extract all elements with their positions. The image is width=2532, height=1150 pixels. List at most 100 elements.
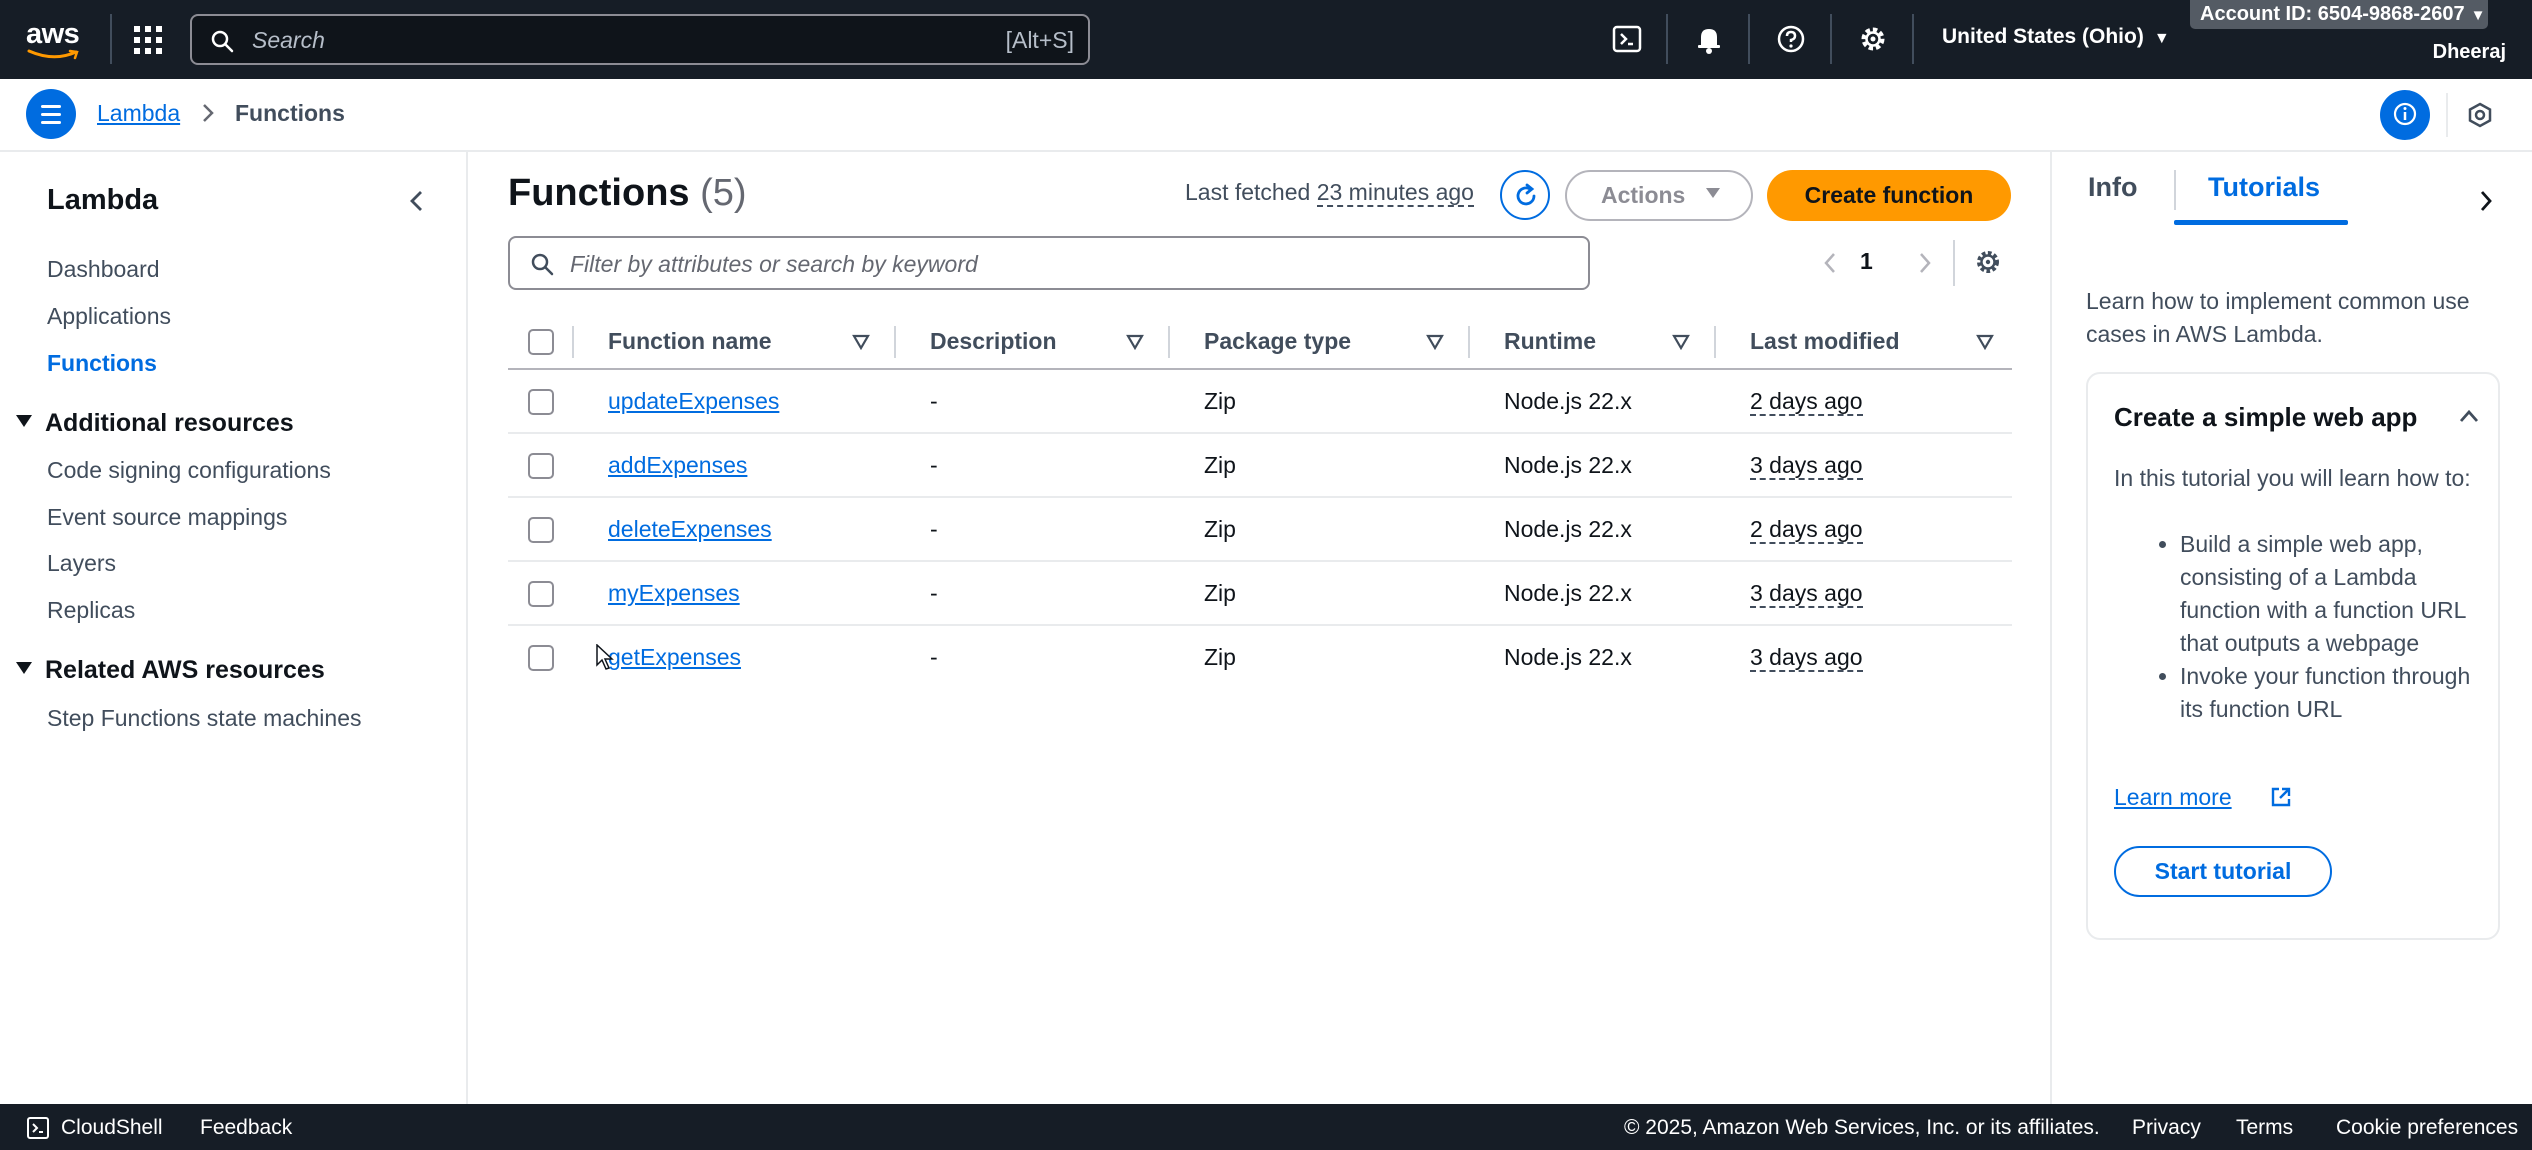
sidebar-item-dashboard[interactable]: Dashboard bbox=[47, 256, 160, 283]
sidebar-item-step-functions[interactable]: Step Functions state machines bbox=[47, 705, 362, 732]
divider bbox=[2446, 93, 2448, 137]
function-package-type: Zip bbox=[1204, 516, 1236, 542]
function-name-link[interactable]: addExpenses bbox=[608, 452, 747, 479]
page-number[interactable]: 1 bbox=[1860, 248, 1873, 275]
last-fetched-label: Last fetched bbox=[1185, 179, 1311, 205]
function-name-link[interactable]: deleteExpenses bbox=[608, 516, 772, 543]
last-fetched: Last fetched 23 minutes ago bbox=[1185, 179, 1474, 207]
function-runtime: Node.js 22.x bbox=[1504, 516, 1632, 542]
sidebar-item-replicas[interactable]: Replicas bbox=[47, 597, 135, 624]
column-header-package-type[interactable]: Package type bbox=[1204, 328, 1351, 355]
actions-button[interactable]: Actions bbox=[1565, 170, 1753, 221]
terms-link[interactable]: Terms bbox=[2236, 1116, 2293, 1140]
last-fetched-time: 23 minutes ago bbox=[1316, 179, 1474, 207]
help-icon[interactable] bbox=[1774, 22, 1808, 56]
search-placeholder: Search bbox=[252, 27, 325, 53]
user-menu[interactable]: Dheeraj bbox=[2433, 41, 2506, 64]
search-input[interactable]: Search [Alt+S] bbox=[190, 14, 1090, 65]
function-package-type: Zip bbox=[1204, 452, 1236, 478]
nav-divider bbox=[1748, 14, 1750, 64]
search-shortcut: [Alt+S] bbox=[1005, 27, 1074, 53]
row-checkbox[interactable] bbox=[528, 389, 554, 415]
column-divider bbox=[1168, 326, 1170, 358]
select-all-checkbox[interactable] bbox=[528, 329, 554, 355]
cloudshell-icon[interactable] bbox=[1610, 22, 1644, 56]
menu-icon[interactable] bbox=[26, 89, 76, 139]
chevron-up-icon[interactable] bbox=[2458, 408, 2480, 424]
row-checkbox[interactable] bbox=[528, 517, 554, 543]
function-runtime: Node.js 22.x bbox=[1504, 580, 1632, 606]
function-description: - bbox=[930, 580, 938, 606]
breadcrumb-current: Functions bbox=[235, 100, 345, 126]
info-icon[interactable] bbox=[2380, 90, 2430, 140]
apps-grid-icon[interactable] bbox=[132, 24, 164, 56]
tutorials-intro: Learn how to implement common use cases … bbox=[2086, 288, 2470, 347]
sort-icon[interactable] bbox=[1672, 334, 1690, 350]
sidebar-item-event-source-mappings[interactable]: Event source mappings bbox=[47, 504, 287, 531]
feedback-link[interactable]: Feedback bbox=[200, 1116, 292, 1140]
preferences-gear-icon[interactable] bbox=[1974, 248, 2002, 276]
row-checkbox[interactable] bbox=[528, 645, 554, 671]
chevron-left-icon[interactable] bbox=[406, 188, 428, 214]
sort-icon[interactable] bbox=[1126, 334, 1144, 350]
sort-icon[interactable] bbox=[1976, 334, 1994, 350]
tutorial-step: Build a simple web app, consisting of a … bbox=[2180, 528, 2484, 660]
sidebar-section-related-aws-resources[interactable]: Related AWS resources bbox=[15, 656, 325, 685]
start-tutorial-button[interactable]: Start tutorial bbox=[2114, 846, 2332, 897]
region-selector[interactable]: United States (Ohio) ▼ bbox=[1942, 25, 2170, 49]
sidebar-title[interactable]: Lambda bbox=[47, 184, 158, 217]
function-count: (5) bbox=[700, 172, 747, 214]
learn-more-link[interactable]: Learn more bbox=[2114, 784, 2232, 811]
tutorial-title[interactable]: Create a simple web app bbox=[2114, 402, 2417, 433]
sidebar-item-layers[interactable]: Layers bbox=[47, 550, 116, 577]
sidebar-item-functions[interactable]: Functions bbox=[47, 350, 157, 377]
sort-icon[interactable] bbox=[1426, 334, 1444, 350]
breadcrumb-lambda-link[interactable]: Lambda bbox=[97, 100, 180, 127]
sidebar-item-code-signing[interactable]: Code signing configurations bbox=[47, 457, 331, 484]
breadcrumb-bar: Lambda Functions bbox=[0, 79, 2532, 152]
function-last-modified: 3 days ago bbox=[1750, 580, 1863, 608]
bell-icon[interactable] bbox=[1692, 22, 1726, 56]
function-name-link[interactable]: updateExpenses bbox=[608, 388, 779, 415]
cookie-preferences-link[interactable]: Cookie preferences bbox=[2336, 1116, 2518, 1140]
tab-tutorials[interactable]: Tutorials bbox=[2208, 172, 2320, 203]
refresh-icon bbox=[1516, 183, 1536, 206]
function-runtime: Node.js 22.x bbox=[1504, 388, 1632, 414]
settings-icon[interactable] bbox=[1856, 22, 1890, 56]
chevron-right-icon[interactable] bbox=[2476, 188, 2496, 214]
caret-down-icon: ▼ bbox=[2470, 7, 2486, 24]
next-page-icon[interactable] bbox=[1915, 250, 1935, 276]
function-runtime: Node.js 22.x bbox=[1504, 644, 1632, 670]
cloudshell-icon[interactable] bbox=[26, 1116, 50, 1140]
previous-page-icon[interactable] bbox=[1820, 250, 1840, 276]
function-name-link[interactable]: myExpenses bbox=[608, 580, 740, 607]
column-header-last-modified[interactable]: Last modified bbox=[1750, 328, 1900, 355]
function-last-modified: 2 days ago bbox=[1750, 516, 1863, 544]
tab-info[interactable]: Info bbox=[2088, 172, 2137, 203]
function-name-link[interactable]: getExpenses bbox=[608, 644, 741, 671]
column-header-runtime[interactable]: Runtime bbox=[1504, 328, 1596, 355]
sort-icon[interactable] bbox=[852, 334, 870, 350]
hexagon-icon[interactable] bbox=[2466, 101, 2494, 129]
sidebar-section-additional-resources[interactable]: Additional resources bbox=[15, 409, 294, 438]
account-menu[interactable]: Account ID: 6504-9868-2607 ▼ bbox=[2190, 0, 2488, 29]
tutorial-description: In this tutorial you will learn how to: bbox=[2114, 465, 2471, 491]
sidebar-item-applications[interactable]: Applications bbox=[47, 303, 171, 330]
column-divider bbox=[1468, 326, 1470, 358]
filter-input[interactable]: Filter by attributes or search by keywor… bbox=[508, 236, 1590, 290]
refresh-button[interactable] bbox=[1500, 170, 1550, 220]
column-header-function-name[interactable]: Function name bbox=[608, 328, 772, 355]
external-link-icon[interactable] bbox=[2270, 786, 2292, 808]
create-function-button[interactable]: Create function bbox=[1767, 170, 2011, 221]
function-description: - bbox=[930, 452, 938, 478]
privacy-link[interactable]: Privacy bbox=[2132, 1116, 2201, 1140]
cloudshell-link[interactable]: CloudShell bbox=[61, 1116, 163, 1140]
row-checkbox[interactable] bbox=[528, 581, 554, 607]
column-header-description[interactable]: Description bbox=[930, 328, 1057, 355]
region-label: United States (Ohio) bbox=[1942, 25, 2144, 48]
nav-divider bbox=[110, 14, 112, 64]
aws-logo[interactable]: aws bbox=[26, 18, 82, 60]
tutorial-card: Create a simple web app In this tutorial… bbox=[2086, 372, 2500, 940]
row-checkbox[interactable] bbox=[528, 453, 554, 479]
column-divider bbox=[1714, 326, 1716, 358]
